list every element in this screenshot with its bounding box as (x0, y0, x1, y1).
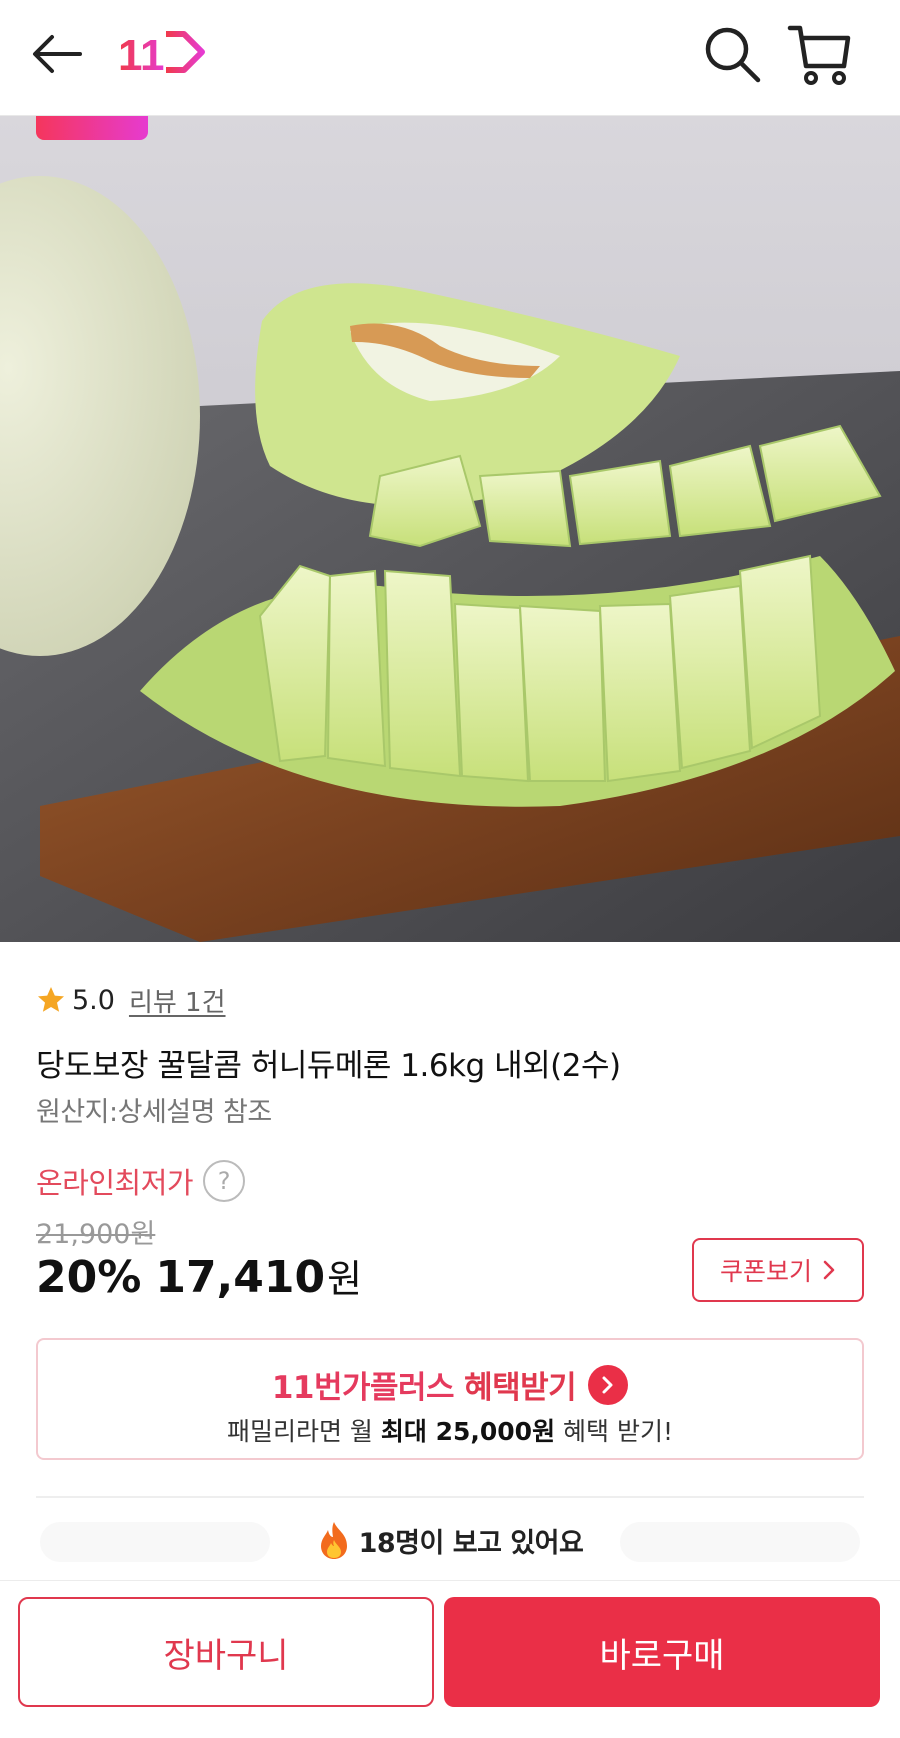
search-icon (705, 27, 761, 83)
chevron-right-icon (823, 1260, 835, 1280)
product-title: 당도보장 꿀달콤 허니듀메론 1.6kg 내외(2수) (36, 1048, 621, 1084)
bottom-action-bar: 장바구니 바로구매 (0, 1580, 900, 1738)
plus-subtext-highlight: 최대 25,000원 (380, 1417, 556, 1446)
review-count-link[interactable]: 리뷰 1건 (129, 982, 226, 1019)
currency-unit: 원 (327, 1257, 363, 1301)
sale-price: 17,410 (155, 1252, 326, 1303)
plus-benefit-banner[interactable]: 11번가플러스 혜택받기 패밀리라면 월 최대 25,000원 혜택 받기! (36, 1338, 864, 1460)
svg-text:11: 11 (118, 31, 165, 78)
help-icon[interactable]: ? (203, 1160, 246, 1202)
discount-rate: 20% (36, 1252, 142, 1303)
viewer-count: 18명이 보고 있어요 (0, 1520, 900, 1560)
section-divider (36, 1496, 864, 1498)
buy-now-label: 바로구매 (599, 1635, 725, 1676)
chevron-right-icon (602, 1376, 613, 1393)
arrow-left-icon (33, 35, 82, 73)
star-icon (38, 987, 64, 1012)
search-button[interactable] (700, 22, 764, 86)
rating-value: 5.0 (72, 984, 115, 1016)
origin-info: 원산지:상세설명 참조 (36, 1097, 272, 1128)
plus-subtext-suffix: 혜택 받기! (555, 1417, 673, 1446)
fire-icon (320, 1522, 347, 1559)
price-label-row: 온라인최저가 ? (36, 1160, 246, 1202)
plus-subtext-prefix: 패밀리라면 월 (226, 1417, 381, 1446)
plus-brand-label: 11번가플러스 (271, 1370, 455, 1406)
plus-action-label: 혜택받기 (464, 1370, 577, 1406)
plus-banner-headline: 11번가플러스 혜택받기 (38, 1362, 862, 1407)
product-image[interactable] (0, 116, 900, 942)
plus-banner-subtext: 패밀리라면 월 최대 25,000원 혜택 받기! (38, 1412, 862, 1448)
logo-icon: 11 (118, 31, 205, 80)
original-price: 21,900원 (36, 1219, 156, 1250)
coupon-button[interactable]: 쿠폰보기 (692, 1238, 864, 1302)
melon-photo (0, 116, 900, 942)
cart-button[interactable] (786, 20, 854, 88)
add-to-cart-button[interactable]: 장바구니 (18, 1597, 434, 1707)
lowest-price-label: 온라인최저가 (36, 1166, 194, 1200)
sale-price-row: 20% 17,410 원 (36, 1248, 362, 1303)
back-button[interactable] (28, 24, 88, 84)
cart-icon (787, 25, 851, 85)
viewer-count-row: 18명이 보고 있어요 (0, 1508, 900, 1578)
coupon-button-label: 쿠폰보기 (719, 1257, 812, 1286)
promo-badge (36, 116, 148, 140)
plus-arrow-button[interactable] (588, 1364, 629, 1405)
add-to-cart-label: 장바구니 (163, 1635, 289, 1676)
buy-now-button[interactable]: 바로구매 (444, 1597, 880, 1707)
brand-logo[interactable]: 11 (118, 26, 208, 80)
rating-row: 5.0 리뷰 1건 (36, 980, 226, 1020)
top-header: 11 (0, 0, 900, 116)
viewer-count-text: 18명이 보고 있어요 (358, 1527, 584, 1559)
